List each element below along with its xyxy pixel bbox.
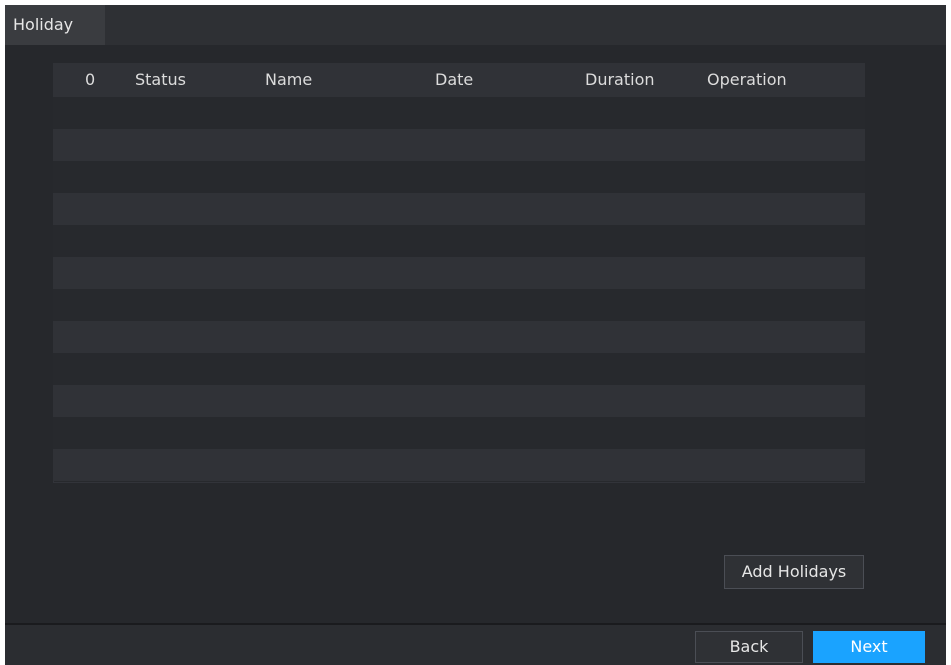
footer-bar <box>5 625 946 665</box>
table-row <box>53 417 865 449</box>
table-row <box>53 321 865 353</box>
table-row <box>53 193 865 225</box>
table-row <box>53 97 865 129</box>
back-button[interactable]: Back <box>695 631 803 663</box>
column-header-operation[interactable]: Operation <box>707 63 787 97</box>
next-button[interactable]: Next <box>813 631 925 663</box>
table-header: 0 Status Name Date Duration Operation <box>53 63 865 97</box>
table-row <box>53 385 865 417</box>
table-row <box>53 161 865 193</box>
column-header-duration[interactable]: Duration <box>585 63 655 97</box>
column-header-status[interactable]: Status <box>135 63 186 97</box>
table-row <box>53 257 865 289</box>
table-body <box>53 97 865 483</box>
title-bar: Holiday <box>5 5 946 45</box>
table-row <box>53 353 865 385</box>
column-header-date[interactable]: Date <box>435 63 473 97</box>
column-header-name[interactable]: Name <box>265 63 312 97</box>
table-row <box>53 129 865 161</box>
holiday-table: 0 Status Name Date Duration Operation <box>53 63 865 483</box>
table-row <box>53 225 865 257</box>
table-row <box>53 449 865 481</box>
table-row <box>53 289 865 321</box>
column-header-count[interactable]: 0 <box>85 63 95 97</box>
add-holidays-button[interactable]: Add Holidays <box>724 555 864 589</box>
tab-holiday[interactable]: Holiday <box>5 5 105 45</box>
holiday-window: Holiday 0 Status Name Date Duration Oper… <box>5 5 946 665</box>
